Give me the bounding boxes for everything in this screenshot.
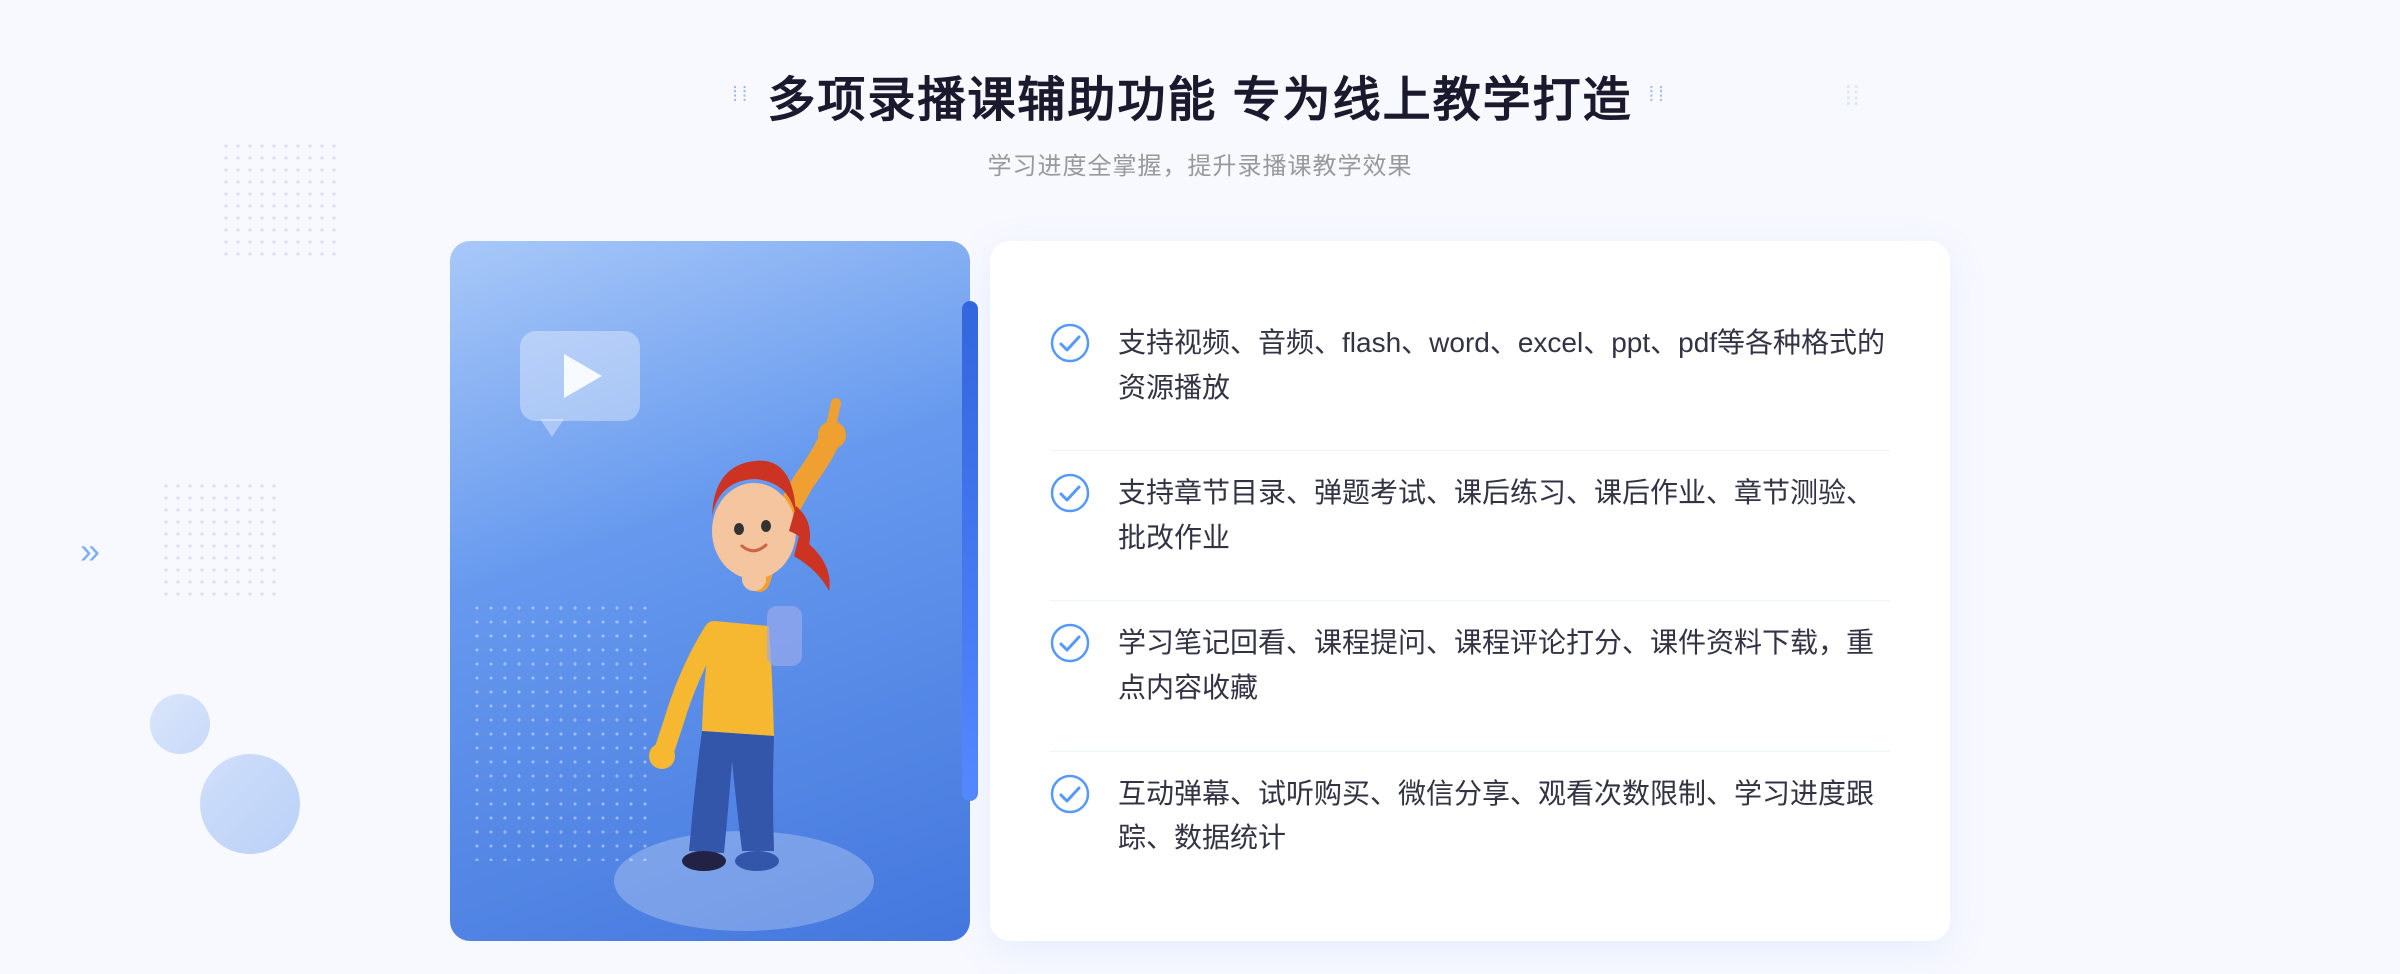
check-icon-4 xyxy=(1050,774,1090,814)
feature-item-4: 互动弹幕、试听购买、微信分享、观看次数限制、学习进度跟踪、数据统计 xyxy=(1050,751,1890,882)
feature-text-3: 学习笔记回看、课程提问、课程评论打分、课件资料下载，重点内容收藏 xyxy=(1118,621,1890,711)
feature-item-1: 支持视频、音频、flash、word、excel、ppt、pdf等各种格式的资源… xyxy=(1050,301,1890,431)
feature-text-2: 支持章节目录、弹题考试、课后练习、课后作业、章节测验、批改作业 xyxy=(1118,471,1890,561)
illustration-card xyxy=(450,241,970,941)
main-title: 多项录播课辅助功能 专为线上教学打造 xyxy=(767,60,1632,130)
header-dots-left: ⁞⁞ xyxy=(732,84,751,107)
content-area: 支持视频、音频、flash、word、excel、ppt、pdf等各种格式的资源… xyxy=(450,241,1950,941)
page-container: » ⁞⁞ ⁞⁞ 多项录播课辅助功能 专为线上教学打造 ⁞⁞ 学习进度全掌握，提升… xyxy=(0,0,2400,974)
feature-text-1: 支持视频、音频、flash、word、excel、ppt、pdf等各种格式的资源… xyxy=(1118,321,1890,411)
chevron-right-icon: ⁞⁞ xyxy=(1844,80,1860,112)
deco-circle-small xyxy=(150,694,210,754)
feature-item-3: 学习笔记回看、课程提问、课程评论打分、课件资料下载，重点内容收藏 xyxy=(1050,600,1890,731)
vertical-accent-bar xyxy=(962,301,978,801)
person-illustration xyxy=(574,361,914,941)
feature-text-4: 互动弹幕、试听购买、微信分享、观看次数限制、学习进度跟踪、数据统计 xyxy=(1118,772,1890,862)
check-icon-2 xyxy=(1050,473,1090,513)
check-icon-1 xyxy=(1050,323,1090,363)
dot-grid-decoration-top xyxy=(220,140,340,260)
features-panel: 支持视频、音频、flash、word、excel、ppt、pdf等各种格式的资源… xyxy=(990,241,1950,941)
header-title-row: ⁞⁞ 多项录播课辅助功能 专为线上教学打造 ⁞⁞ xyxy=(732,60,1668,130)
deco-circle-large xyxy=(200,754,300,854)
check-icon-3 xyxy=(1050,623,1090,663)
sub-title: 学习进度全掌握，提升录播课教学效果 xyxy=(732,146,1668,181)
dot-grid-decoration-mid xyxy=(160,480,280,600)
header-section: ⁞⁞ 多项录播课辅助功能 专为线上教学打造 ⁞⁞ 学习进度全掌握，提升录播课教学… xyxy=(732,60,1668,181)
feature-item-2: 支持章节目录、弹题考试、课后练习、课后作业、章节测验、批改作业 xyxy=(1050,450,1890,581)
chevron-left-icon: » xyxy=(80,530,100,572)
header-dots-right: ⁞⁞ xyxy=(1649,84,1668,107)
